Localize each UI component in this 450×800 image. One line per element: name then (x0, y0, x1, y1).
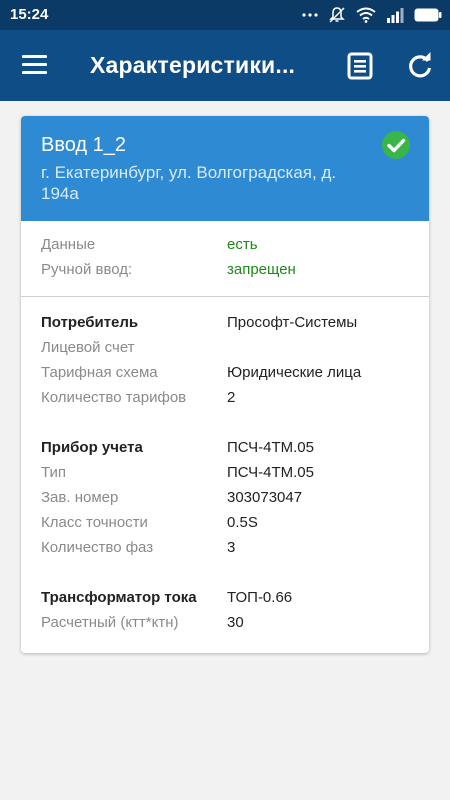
tariff-scheme-value: Юридические лица (227, 364, 362, 381)
phase-count-label: Количество фаз (41, 539, 154, 556)
menu-icon[interactable] (18, 50, 52, 80)
tariff-count-label: Количество тарифов (41, 389, 187, 406)
refresh-icon[interactable] (404, 50, 436, 82)
serial-number-label: Зав. номер (41, 489, 119, 506)
transformer-value: ТОП-0.66 (227, 589, 293, 606)
divider (21, 296, 429, 297)
more-dots-icon (302, 13, 318, 17)
input-card: Ввод 1_2 г. Екатеринбург, ул. Волгоградс… (21, 116, 429, 653)
account-label: Лицевой счет (41, 339, 135, 356)
data-label: Данные (41, 236, 96, 253)
card-address: г. Екатеринбург, ул. Волгоградская, д. 1… (41, 163, 337, 203)
calc-ratio-label: Расчетный (ктт*ктн) (41, 614, 179, 631)
app-bar: Характеристики... (0, 30, 450, 101)
status-time: 15:24 (10, 6, 49, 23)
transformer-heading: Трансформатор тока (41, 589, 197, 606)
signal-icon (387, 8, 404, 23)
document-icon[interactable] (344, 50, 376, 82)
tariff-scheme-label: Тарифная схема (41, 364, 158, 381)
silent-mode-icon (329, 7, 345, 23)
manual-input-value: запрещен (227, 261, 296, 278)
battery-icon (414, 8, 442, 22)
serial-number-value: 303073047 (227, 489, 303, 506)
meter-heading: Прибор учета (41, 439, 143, 456)
calc-ratio-value: 30 (227, 614, 244, 631)
meter-type-value: ПСЧ-4ТМ.05 (227, 464, 314, 481)
manual-input-label: Ручной ввод: (41, 261, 133, 278)
status-bar: 15:24 (0, 0, 450, 30)
accuracy-class-label: Класс точности (41, 514, 148, 531)
data-value: есть (227, 236, 258, 253)
meter-type-label: Тип (41, 464, 67, 481)
tariff-count-value: 2 (227, 389, 236, 406)
consumer-heading: Потребитель (41, 314, 139, 331)
accuracy-class-value: 0.5S (227, 514, 258, 531)
page-title: Характеристики... (90, 52, 296, 78)
wifi-icon (356, 7, 376, 23)
check-icon (382, 131, 410, 159)
card-header: Ввод 1_2 г. Екатеринбург, ул. Волгоградс… (21, 116, 429, 221)
card-title: Ввод 1_2 (41, 134, 127, 156)
phase-count-value: 3 (227, 539, 236, 556)
status-icons (302, 5, 442, 25)
consumer-value: Прософт-Системы (227, 314, 358, 331)
meter-value: ПСЧ-4ТМ.05 (227, 439, 314, 456)
